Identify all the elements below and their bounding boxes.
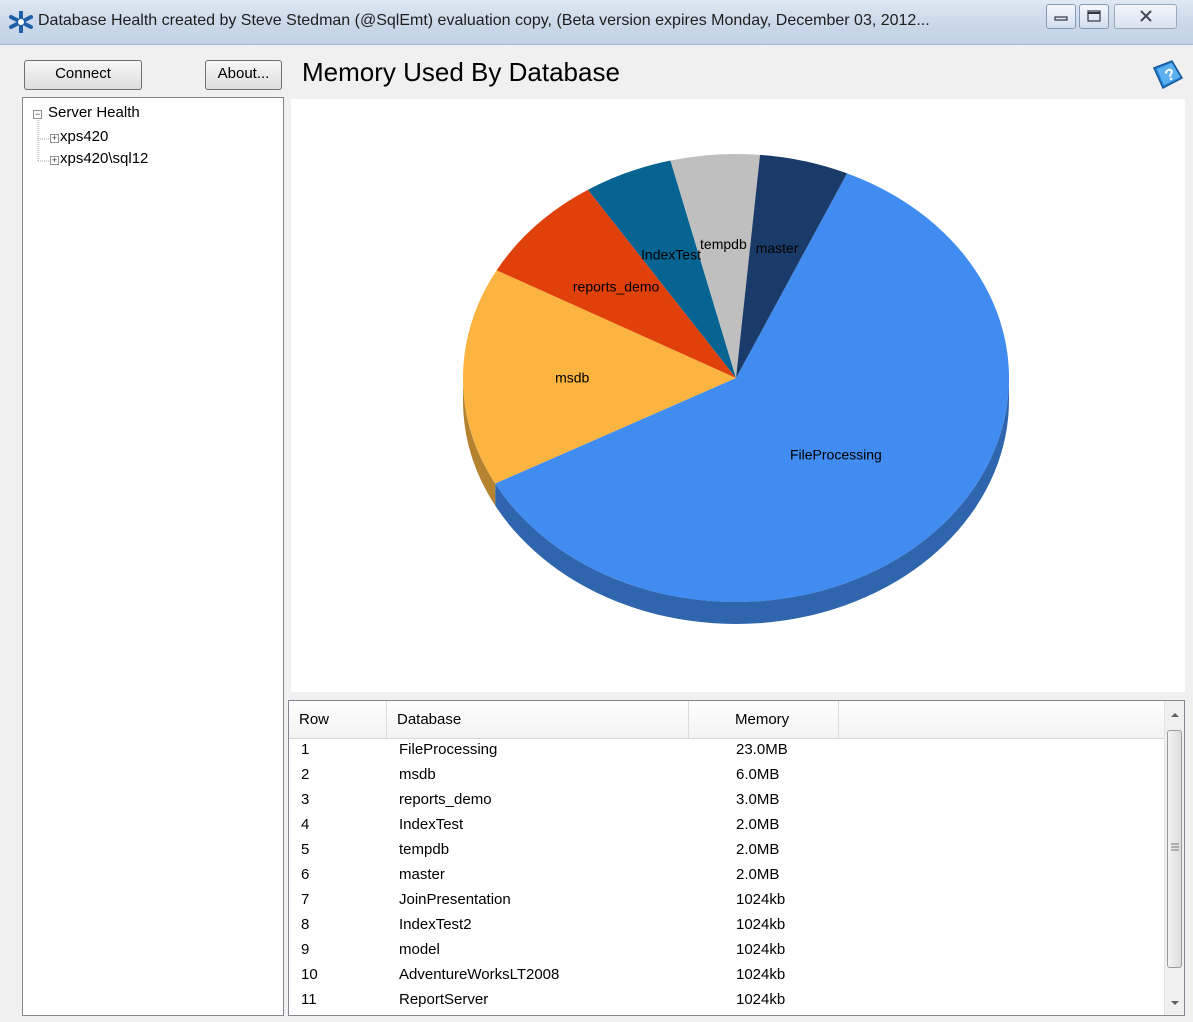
table-row[interactable]: 7 JoinPresentation 1024kb: [289, 889, 1164, 914]
cell-database: ReportServer: [399, 991, 489, 1008]
pie-label-IndexTest: IndexTest: [641, 247, 701, 263]
pie-chart-svg: FileProcessing msdb reports_demo IndexTestt…: [463, 154, 1009, 624]
collapse-icon[interactable]: −: [33, 110, 42, 119]
column-header-row[interactable]: Row: [289, 701, 387, 738]
cell-database: JoinPresentation: [399, 891, 511, 908]
table-row[interactable]: 9 model 1024kb: [289, 939, 1164, 964]
server-tree[interactable]: − Server Health + xps420 + xps420\sql12: [22, 97, 284, 1016]
cell-memory: 1024kb: [736, 916, 786, 933]
memory-pie-chart: FileProcessing msdb reports_demo IndexTest t…: [291, 99, 1185, 692]
cell-memory: 2.0MB: [736, 816, 780, 833]
cell-memory: 1024kb: [736, 966, 786, 983]
cell-memory: 6.0MB: [736, 766, 780, 783]
cell-database: IndexTest: [399, 816, 464, 833]
help-icon[interactable]: ?: [1148, 58, 1186, 92]
scroll-thumb[interactable]: [1167, 730, 1182, 968]
cell-memory: 2.0MB: [736, 866, 780, 883]
minimize-icon: [1054, 16, 1068, 21]
expand-icon[interactable]: +: [50, 134, 59, 143]
title-bar[interactable]: Database Health created by Steve Stedman…: [0, 0, 1193, 45]
cell-row-number: 2: [301, 766, 310, 783]
table-row[interactable]: 8 IndexTest2 1024kb: [289, 914, 1164, 939]
pie-label-master: master: [756, 240, 799, 256]
cell-row-number: 10: [301, 966, 318, 983]
cell-row-number: 9: [301, 941, 310, 958]
column-header-database[interactable]: Database: [387, 701, 689, 738]
window-title: Database Health created by Steve Stedman…: [38, 12, 930, 29]
tree-node-label: xps420: [60, 128, 109, 145]
maximize-button[interactable]: [1079, 4, 1109, 29]
cell-memory: 1024kb: [736, 941, 786, 958]
cell-database: FileProcessing: [399, 741, 498, 758]
app-icon: [9, 11, 33, 33]
grid-header: Row Database Memory: [289, 701, 1164, 739]
scroll-down-icon[interactable]: [1169, 997, 1181, 1009]
table-row[interactable]: 4 IndexTest 2.0MB: [289, 814, 1164, 839]
pie-label-FileProcessing: FileProcessing: [790, 446, 882, 462]
cell-row-number: 6: [301, 866, 310, 883]
close-icon: [1139, 10, 1152, 22]
cell-memory: 1024kb: [736, 991, 786, 1008]
grip-icon: [1171, 843, 1179, 851]
cell-database: AdventureWorksLT2008: [399, 966, 560, 983]
cell-memory: 3.0MB: [736, 791, 780, 808]
cell-row-number: 11: [301, 991, 317, 1008]
scroll-up-icon[interactable]: [1169, 709, 1181, 721]
cell-row-number: 1: [301, 741, 310, 758]
minimize-button[interactable]: [1046, 4, 1076, 29]
cell-memory: 1024kb: [736, 891, 786, 908]
column-header-memory[interactable]: Memory: [689, 701, 839, 738]
table-row[interactable]: 10 AdventureWorksLT2008 1024kb: [289, 964, 1164, 989]
cell-memory: 23.0MB: [736, 741, 788, 758]
pie-label-msdb: msdb: [555, 369, 589, 385]
connect-button[interactable]: Connect: [24, 60, 142, 90]
table-row[interactable]: 1 FileProcessing 23.0MB: [289, 739, 1164, 764]
cell-row-number: 3: [301, 791, 310, 808]
cell-row-number: 7: [301, 891, 310, 908]
table-row[interactable]: 5 tempdb 2.0MB: [289, 839, 1164, 864]
tree-node-label: xps420\sql12: [60, 150, 149, 167]
cell-database: IndexTest2: [399, 916, 472, 933]
database-memory-grid[interactable]: Row Database Memory 1 FileProcessing 23.0M…: [288, 700, 1185, 1016]
table-row[interactable]: 6 master 2.0MB: [289, 864, 1164, 889]
cell-row-number: 4: [301, 816, 310, 833]
vertical-scrollbar[interactable]: [1164, 701, 1184, 1015]
cell-database: master: [399, 866, 445, 883]
cell-memory: 2.0MB: [736, 841, 780, 858]
table-row[interactable]: 3 reports_demo 3.0MB: [289, 789, 1164, 814]
pie-label-tempdb: tempdb: [700, 236, 747, 252]
page-title: Memory Used By Database: [302, 57, 620, 87]
pie-label-reports_demo: reports_demo: [573, 278, 660, 294]
table-row[interactable]: 2 msdb 6.0MB: [289, 764, 1164, 789]
cell-database: tempdb: [399, 841, 450, 858]
cell-database: model: [399, 941, 440, 958]
cell-database: reports_demo: [399, 791, 492, 808]
cell-row-number: 8: [301, 916, 310, 933]
restore-icon: [1087, 10, 1101, 22]
tree-node-label: Server Health: [48, 104, 140, 121]
cell-row-number: 5: [301, 841, 310, 858]
table-row[interactable]: 11 ReportServer 1024kb: [289, 989, 1164, 1014]
expand-icon[interactable]: +: [50, 156, 59, 165]
cell-database: msdb: [399, 766, 436, 783]
close-button[interactable]: [1114, 4, 1177, 29]
about-button[interactable]: About...: [205, 60, 282, 90]
